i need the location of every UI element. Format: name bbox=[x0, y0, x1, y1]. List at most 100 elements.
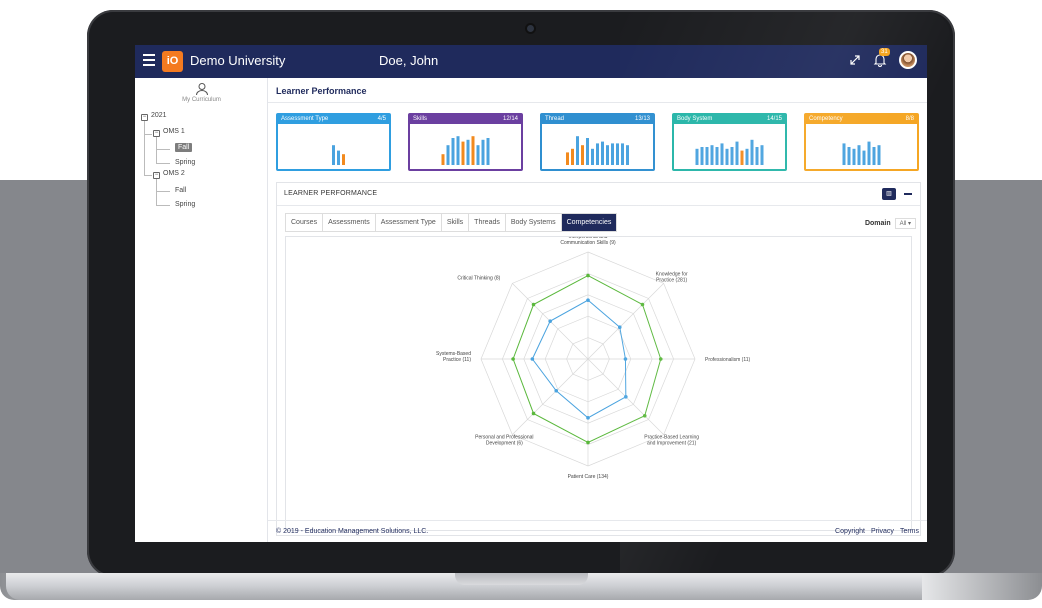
summary-cards: Assessment Type 4/5 Skills 12/14 Thread 13/13… bbox=[276, 113, 921, 171]
radar-point[interactable] bbox=[640, 302, 645, 307]
chart-view-icon[interactable]: ▥ bbox=[882, 188, 896, 200]
tree-node-oms1[interactable]: − OMS 1 bbox=[153, 128, 185, 137]
radar-point[interactable] bbox=[586, 298, 590, 302]
card-bar bbox=[586, 138, 589, 165]
summary-card[interactable]: Skills 12/14 bbox=[408, 113, 523, 171]
card-bar bbox=[857, 145, 861, 165]
card-header: Body System 14/15 bbox=[674, 115, 785, 124]
footer-links: Copyright Privacy Terms bbox=[835, 528, 919, 535]
card-bar-chart bbox=[441, 136, 490, 165]
footer-link-terms[interactable]: Terms bbox=[900, 528, 919, 535]
card-header: Skills 12/14 bbox=[410, 115, 521, 124]
my-curriculum[interactable]: My Curriculum bbox=[135, 82, 268, 103]
tree-label-oms2-spring: Spring bbox=[175, 201, 196, 208]
card-bar bbox=[862, 150, 866, 165]
radar-point[interactable] bbox=[531, 411, 536, 416]
notification-badge: 31 bbox=[879, 48, 890, 56]
radar-point[interactable] bbox=[586, 440, 590, 445]
card-bar bbox=[760, 145, 764, 165]
card-bar bbox=[566, 152, 569, 165]
panel-title: LEARNER PERFORMANCE bbox=[284, 190, 378, 197]
domain-select[interactable]: All ▾ bbox=[894, 218, 916, 229]
radar-point[interactable] bbox=[617, 325, 622, 330]
tab-competencies[interactable]: Competencies bbox=[561, 214, 617, 231]
tree-label-oms1: OMS 1 bbox=[163, 128, 185, 135]
radar-point[interactable] bbox=[511, 357, 515, 361]
card-bar bbox=[451, 138, 455, 165]
summary-card[interactable]: Competency 8/8 bbox=[804, 113, 919, 171]
summary-card[interactable]: Assessment Type 4/5 bbox=[276, 113, 391, 171]
app-logo[interactable]: iO bbox=[162, 51, 183, 72]
card-bar bbox=[730, 147, 734, 165]
card-bar bbox=[626, 145, 629, 165]
user-icon bbox=[195, 82, 209, 96]
card-bar bbox=[606, 145, 609, 165]
expand-icon[interactable] bbox=[849, 54, 861, 66]
camera-icon bbox=[527, 25, 534, 32]
radar-point[interactable] bbox=[624, 395, 628, 399]
card-count: 13/13 bbox=[634, 116, 650, 122]
radar-chart: Interpersonal and Communication Skills (9… bbox=[285, 236, 912, 531]
tree-label-year: 2021 bbox=[151, 112, 167, 119]
collapse-icon[interactable]: − bbox=[141, 114, 148, 121]
user-name[interactable]: Doe, John bbox=[379, 53, 438, 68]
menu-icon[interactable] bbox=[143, 54, 155, 68]
radar-point[interactable] bbox=[658, 357, 663, 361]
tab-body-systems[interactable]: Body Systems bbox=[506, 214, 562, 231]
tree-label-oms2: OMS 2 bbox=[163, 170, 185, 177]
card-title: Skills bbox=[413, 116, 428, 122]
card-title: Assessment Type bbox=[281, 116, 329, 122]
footer: © 2019 - Education Management Solutions,… bbox=[268, 520, 927, 542]
tree-node-year[interactable]: −2021 bbox=[141, 112, 167, 121]
tab-assessments[interactable]: Assessments bbox=[323, 214, 376, 231]
card-bar bbox=[576, 136, 579, 165]
collapse-icon[interactable]: − bbox=[153, 130, 160, 137]
tab-courses[interactable]: Courses bbox=[286, 214, 324, 231]
tab-assessment-type[interactable]: Assessment Type bbox=[376, 214, 442, 231]
summary-card[interactable]: Body System 14/15 bbox=[672, 113, 787, 171]
radar-point[interactable] bbox=[531, 302, 536, 307]
radar-point[interactable] bbox=[548, 319, 552, 323]
tree-node-oms2-spring[interactable]: Spring bbox=[175, 201, 195, 208]
radar-point[interactable] bbox=[642, 413, 647, 418]
card-bar bbox=[591, 148, 594, 165]
collapse-icon[interactable]: − bbox=[153, 172, 160, 179]
notification-bell-icon[interactable]: 31 bbox=[873, 48, 890, 68]
radar-axis-label: Interpersonal and Communication Skills (9… bbox=[560, 237, 616, 246]
radar-axis-label: Personal and Professional Development (6) bbox=[475, 435, 533, 447]
card-bar bbox=[705, 147, 709, 165]
footer-link-copyright[interactable]: Copyright bbox=[835, 528, 865, 535]
radar-point[interactable] bbox=[586, 416, 590, 420]
card-bar bbox=[476, 145, 480, 165]
card-header: Assessment Type 4/5 bbox=[278, 115, 389, 124]
tree-node-oms1-fall[interactable]: Fall bbox=[175, 143, 193, 152]
radar-axis-label: Practice-Based Learning and Improvement (… bbox=[644, 435, 699, 447]
top-bar: iO Demo University Doe, John 31 bbox=[135, 45, 927, 78]
card-bar bbox=[456, 136, 460, 165]
tree-node-oms1-spring[interactable]: Spring bbox=[175, 159, 195, 166]
footer-link-privacy[interactable]: Privacy bbox=[871, 528, 894, 535]
tab-skills[interactable]: Skills bbox=[442, 214, 470, 231]
tab-threads[interactable]: Threads bbox=[469, 214, 506, 231]
card-bar bbox=[337, 150, 340, 165]
sidebar: My Curriculum −2021 − OMS 1 Fall Spring −… bbox=[135, 78, 268, 542]
radar-axis-label: Patient Care (134) bbox=[568, 474, 609, 480]
radar-point[interactable] bbox=[586, 273, 590, 278]
card-bar bbox=[695, 148, 699, 165]
card-bar bbox=[581, 145, 584, 165]
card-header: Thread 13/13 bbox=[542, 115, 653, 124]
collapse-panel-icon[interactable] bbox=[904, 193, 912, 195]
divider bbox=[268, 102, 927, 103]
page-title: Learner Performance bbox=[276, 86, 367, 96]
summary-card[interactable]: Thread 13/13 bbox=[540, 113, 655, 171]
radar-point[interactable] bbox=[530, 357, 535, 361]
radar-point[interactable] bbox=[623, 357, 628, 361]
laptop-notch bbox=[455, 573, 588, 585]
radar-point[interactable] bbox=[554, 388, 559, 393]
card-bar bbox=[700, 147, 704, 165]
domain-filter: Domain All ▾ bbox=[865, 218, 916, 229]
user-avatar[interactable] bbox=[899, 51, 917, 69]
tree-node-oms2-fall[interactable]: Fall bbox=[175, 187, 186, 194]
card-bar-chart bbox=[842, 141, 881, 165]
tree-node-oms2[interactable]: − OMS 2 bbox=[153, 170, 185, 179]
